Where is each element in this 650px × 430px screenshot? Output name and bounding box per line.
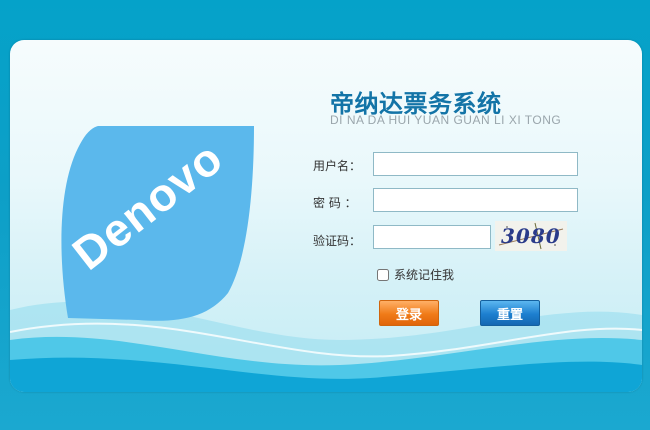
remember-me[interactable]: 系统记住我 [377,266,454,283]
username-field[interactable] [373,152,578,176]
remember-checkbox[interactable] [377,268,389,281]
captcha-image[interactable]: 3080 [495,221,567,251]
captcha-text: 3080 [501,224,561,248]
login-button[interactable]: 登录 [379,300,439,326]
reset-button[interactable]: 重置 [480,300,540,326]
page-subtitle: DI NA DA HUI YUAN GUAN LI XI TONG [330,113,562,127]
password-label: 密 码 ： [313,196,357,210]
captcha-field[interactable] [373,225,491,249]
captcha-label: 验证码： [313,234,362,248]
password-field[interactable] [373,188,578,212]
remember-label: 系统记住我 [394,268,455,282]
username-label: 用户名： [313,159,362,173]
